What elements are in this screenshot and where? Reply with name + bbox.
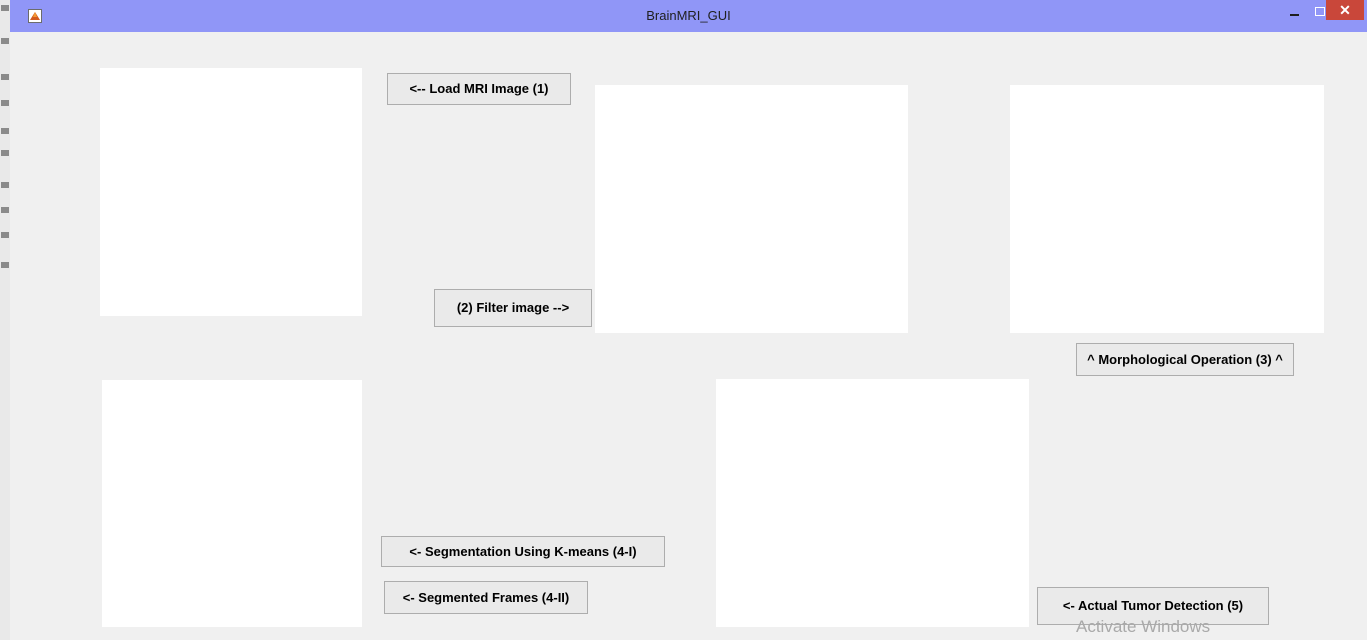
gui-window: BrainMRI_GUI ✕ <-- Load MRI Image (1) (2… <box>10 0 1367 640</box>
maximize-icon <box>1315 7 1325 16</box>
toolbar-icon <box>1 150 9 156</box>
toolbar-icon <box>1 262 9 268</box>
title-bar[interactable]: BrainMRI_GUI ✕ <box>10 0 1367 32</box>
morphological-operation-button[interactable]: ^ Morphological Operation (3) ^ <box>1076 343 1294 376</box>
axes-segmentation-image <box>102 380 362 627</box>
toolbar-icon <box>1 128 9 134</box>
toolbar-icon <box>1 74 9 80</box>
axes-original-image <box>100 68 362 316</box>
axes-morphological-image <box>1010 85 1324 333</box>
segmented-frames-button[interactable]: <- Segmented Frames (4-II) <box>384 581 588 614</box>
toolbar-icon <box>1 182 9 188</box>
toolbar-icon <box>1 38 9 44</box>
filter-image-button[interactable]: (2) Filter image --> <box>434 289 592 327</box>
toolbar-icon <box>1 232 9 238</box>
toolbar-icon <box>1 100 9 106</box>
load-mri-image-button[interactable]: <-- Load MRI Image (1) <box>387 73 571 105</box>
minimize-icon <box>1289 14 1299 16</box>
toolbar-icon <box>1 207 9 213</box>
activate-windows-watermark: Activate Windows <box>1076 617 1211 636</box>
axes-filtered-image <box>595 85 908 333</box>
window-title: BrainMRI_GUI <box>646 8 731 23</box>
kmeans-segmentation-button[interactable]: <- Segmentation Using K-means (4-I) <box>381 536 665 567</box>
axes-tumor-image <box>716 379 1029 627</box>
close-button[interactable]: ✕ <box>1326 0 1364 20</box>
minimize-button[interactable] <box>1281 0 1307 24</box>
toolbar-icon <box>1 5 9 11</box>
